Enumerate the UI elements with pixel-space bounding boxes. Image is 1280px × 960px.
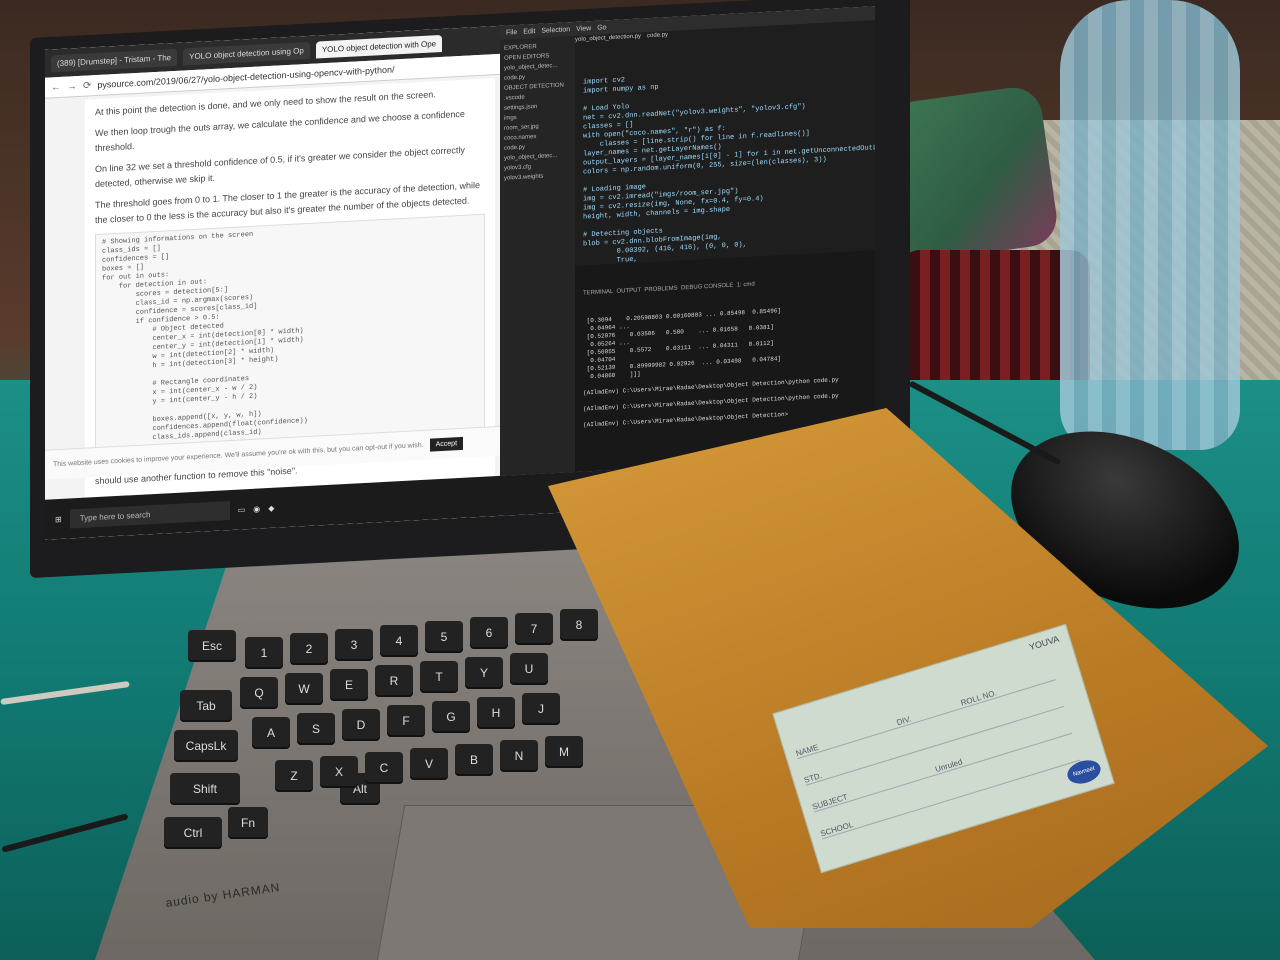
task-view-icon[interactable]: ▭	[238, 505, 246, 514]
key-tab[interactable]: Tab	[180, 690, 232, 722]
explorer-item: yolov3.weights	[504, 173, 544, 182]
key-c[interactable]: C	[365, 752, 403, 784]
vscode-window: File Edit Selection View Go EXPLORER OPEN EDI…	[500, 6, 875, 476]
key-r[interactable]: R	[375, 665, 413, 697]
key-4[interactable]: 4	[380, 625, 418, 657]
key-x[interactable]: X	[320, 756, 358, 788]
vscode-menu-item[interactable]: Edit	[523, 28, 535, 36]
key-2[interactable]: 2	[290, 633, 328, 665]
terminal-tab[interactable]: 1: cmd	[737, 281, 758, 289]
key-5[interactable]: 5	[425, 621, 463, 653]
vscode-menu-item[interactable]: Selection	[541, 26, 570, 35]
key-v[interactable]: V	[410, 748, 448, 780]
key-t[interactable]: T	[420, 661, 458, 693]
key-8[interactable]: 8	[560, 609, 598, 641]
key-e[interactable]: E	[330, 669, 368, 701]
label-roll: ROLL NO.	[959, 688, 998, 708]
key-n[interactable]: N	[500, 740, 538, 772]
label-school: SCHOOL	[819, 819, 855, 839]
photo-scene: Esc Tab CapsLk Shift Ctrl Fn Alt Q W E R T Y U A S D F G H J…	[0, 0, 1280, 960]
key-fn[interactable]: Fn	[228, 807, 268, 839]
notebook-brand: YOUVA	[1027, 633, 1061, 653]
key-u[interactable]: U	[510, 653, 548, 685]
label-name: NAME	[794, 742, 820, 759]
terminal-tab[interactable]: PROBLEMS	[644, 285, 681, 294]
key-7[interactable]: 7	[515, 613, 553, 645]
key-q[interactable]: Q	[240, 677, 278, 709]
accept-button[interactable]: Accept	[429, 436, 464, 452]
key-capslk[interactable]: CapsLk	[174, 730, 238, 762]
start-icon[interactable]: ⊞	[55, 514, 62, 523]
vscode-menu-item[interactable]: File	[506, 28, 517, 36]
editor-tab-2[interactable]: code.py	[647, 31, 668, 44]
key-w[interactable]: W	[285, 673, 323, 705]
key-h[interactable]: H	[477, 697, 515, 729]
key-ctrl[interactable]: Ctrl	[164, 817, 222, 849]
code-snippet: # Showing informations on the screen clas…	[95, 213, 485, 452]
key-3[interactable]: 3	[335, 629, 373, 661]
key-y[interactable]: Y	[465, 657, 503, 689]
key-a[interactable]: A	[252, 717, 290, 749]
key-6[interactable]: 6	[470, 617, 508, 649]
water-bottle	[1060, 0, 1240, 450]
browser-tab-1[interactable]: (389) [Drumstep] - Tristam - The	[51, 48, 178, 72]
reload-icon[interactable]: ⟳	[83, 80, 91, 91]
key-j[interactable]: J	[522, 693, 560, 725]
key-m[interactable]: M	[545, 736, 583, 768]
vscode-icon[interactable]: ◆	[268, 503, 274, 512]
key-esc[interactable]: Esc	[188, 630, 236, 662]
key-g[interactable]: G	[432, 701, 470, 733]
terminal-output: [0.3094 0.20598803 0.00160803 ... 0.8549…	[583, 303, 867, 430]
vscode-menu-item[interactable]: Go	[597, 24, 606, 31]
key-shift[interactable]: Shift	[170, 773, 240, 805]
editor-tab-1[interactable]: yolo_object_detection.py	[575, 33, 641, 48]
terminal-tab[interactable]: TERMINAL	[583, 289, 616, 297]
key-f[interactable]: F	[387, 705, 425, 737]
browser-tab-3[interactable]: YOLO object detection with Ope	[315, 34, 443, 59]
back-icon[interactable]: ←	[51, 81, 61, 93]
taskbar-search[interactable]: Type here to search	[69, 500, 230, 528]
key-s[interactable]: S	[297, 713, 335, 745]
code-editor[interactable]: yolo_object_detection.py code.py import …	[575, 20, 875, 391]
vscode-menu-item[interactable]: View	[576, 25, 591, 33]
terminal-tabs: TERMINAL OUTPUT PROBLEMS DEBUG CONSOLE 1…	[583, 275, 867, 298]
key-z[interactable]: Z	[275, 760, 313, 792]
chrome-icon[interactable]: ◉	[253, 504, 260, 513]
browser-window: (389) [Drumstep] - Tristam - The YOLO ob…	[45, 25, 500, 540]
terminal-tab[interactable]: DEBUG CONSOLE	[681, 282, 737, 292]
file-explorer: EXPLORER OPEN EDITORS yolo_object_detec...…	[500, 35, 575, 476]
forward-icon[interactable]: →	[67, 81, 77, 93]
label-ruling: Unruled	[934, 757, 964, 775]
label-div: DIV.	[895, 714, 913, 728]
key-b[interactable]: B	[455, 744, 493, 776]
key-d[interactable]: D	[342, 709, 380, 741]
key-1[interactable]: 1	[245, 637, 283, 669]
label-std: STD.	[802, 770, 824, 785]
label-subject: SUBJECT	[811, 792, 849, 812]
browser-tab-2[interactable]: YOLO object detection using Op	[183, 41, 310, 66]
terminal-tab[interactable]: OUTPUT	[616, 287, 644, 295]
